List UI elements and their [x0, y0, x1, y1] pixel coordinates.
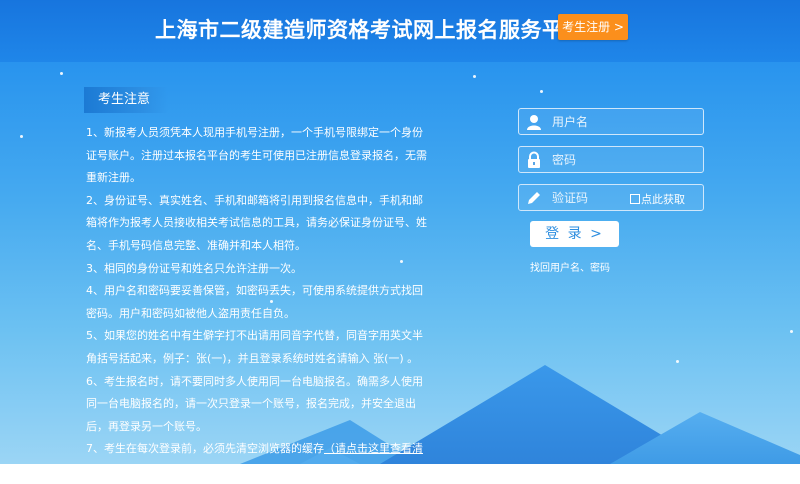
pen-icon: [525, 189, 543, 207]
captcha-field: 点此获取: [518, 184, 704, 211]
password-field: [518, 146, 704, 173]
notice-item: 1、新报考人员须凭本人现用手机号注册，一个手机号限绑定一个身份证号账户。注册过本…: [86, 126, 427, 185]
captcha-image-text: 点此获取: [641, 193, 685, 206]
username-field: [518, 108, 704, 135]
notice-heading: 考生注意: [84, 87, 168, 113]
notice-item-text: 7、考生在每次登录前，必须先清空浏览器的缓存: [86, 442, 324, 456]
notice-list: 1、新报考人员须凭本人现用手机号注册，一个手机号限绑定一个身份证号账户。注册过本…: [86, 122, 432, 484]
broken-image-icon: [630, 194, 640, 204]
site-title: 上海市二级建造师资格考试网上报名服务平台: [155, 18, 585, 42]
recover-account-link[interactable]: 找回用户名、密码: [530, 259, 610, 274]
password-input[interactable]: [552, 147, 652, 172]
star-decoration: [20, 135, 23, 138]
notice-item: 5、如果您的姓名中有生僻字打不出请用同音字代替，同音字用英文半角括号括起来，例子…: [86, 329, 423, 365]
captcha-image[interactable]: 点此获取: [630, 191, 685, 207]
login-button[interactable]: 登 录 >: [530, 221, 619, 247]
star-decoration: [540, 90, 543, 93]
username-input[interactable]: [552, 109, 652, 134]
star-decoration: [473, 75, 476, 78]
notice-item-suffix: 。: [190, 464, 202, 478]
user-icon: [525, 113, 543, 131]
star-decoration: [790, 330, 793, 333]
notice-item: 3、相同的身份证号和姓名只允许注册一次。: [86, 261, 302, 275]
lock-icon: [525, 151, 543, 169]
star-decoration: [676, 360, 679, 363]
notice-item: 7、考生在每次登录前，必须先清空浏览器的缓存（请点击这里查看清空浏览器缓存的方法…: [86, 438, 432, 483]
notice-item: 6、考生报名时，请不要同时多人使用同一台电脑报名。确需多人使用同一台电脑报名的，…: [86, 374, 423, 433]
register-button[interactable]: 考生注册 >: [558, 14, 628, 40]
star-decoration: [60, 72, 63, 75]
notice-item: 4、用户名和密码要妥善保管，如密码丢失，可使用系统提供方式找回密码。用户和密码如…: [86, 284, 423, 320]
notice-item: 2、身份证号、真实姓名、手机和邮箱将引用到报名信息中，手机和邮箱将作为报考人员接…: [86, 193, 427, 252]
header-banner: 上海市二级建造师资格考试网上报名服务平台 考生注册 >: [0, 0, 800, 62]
